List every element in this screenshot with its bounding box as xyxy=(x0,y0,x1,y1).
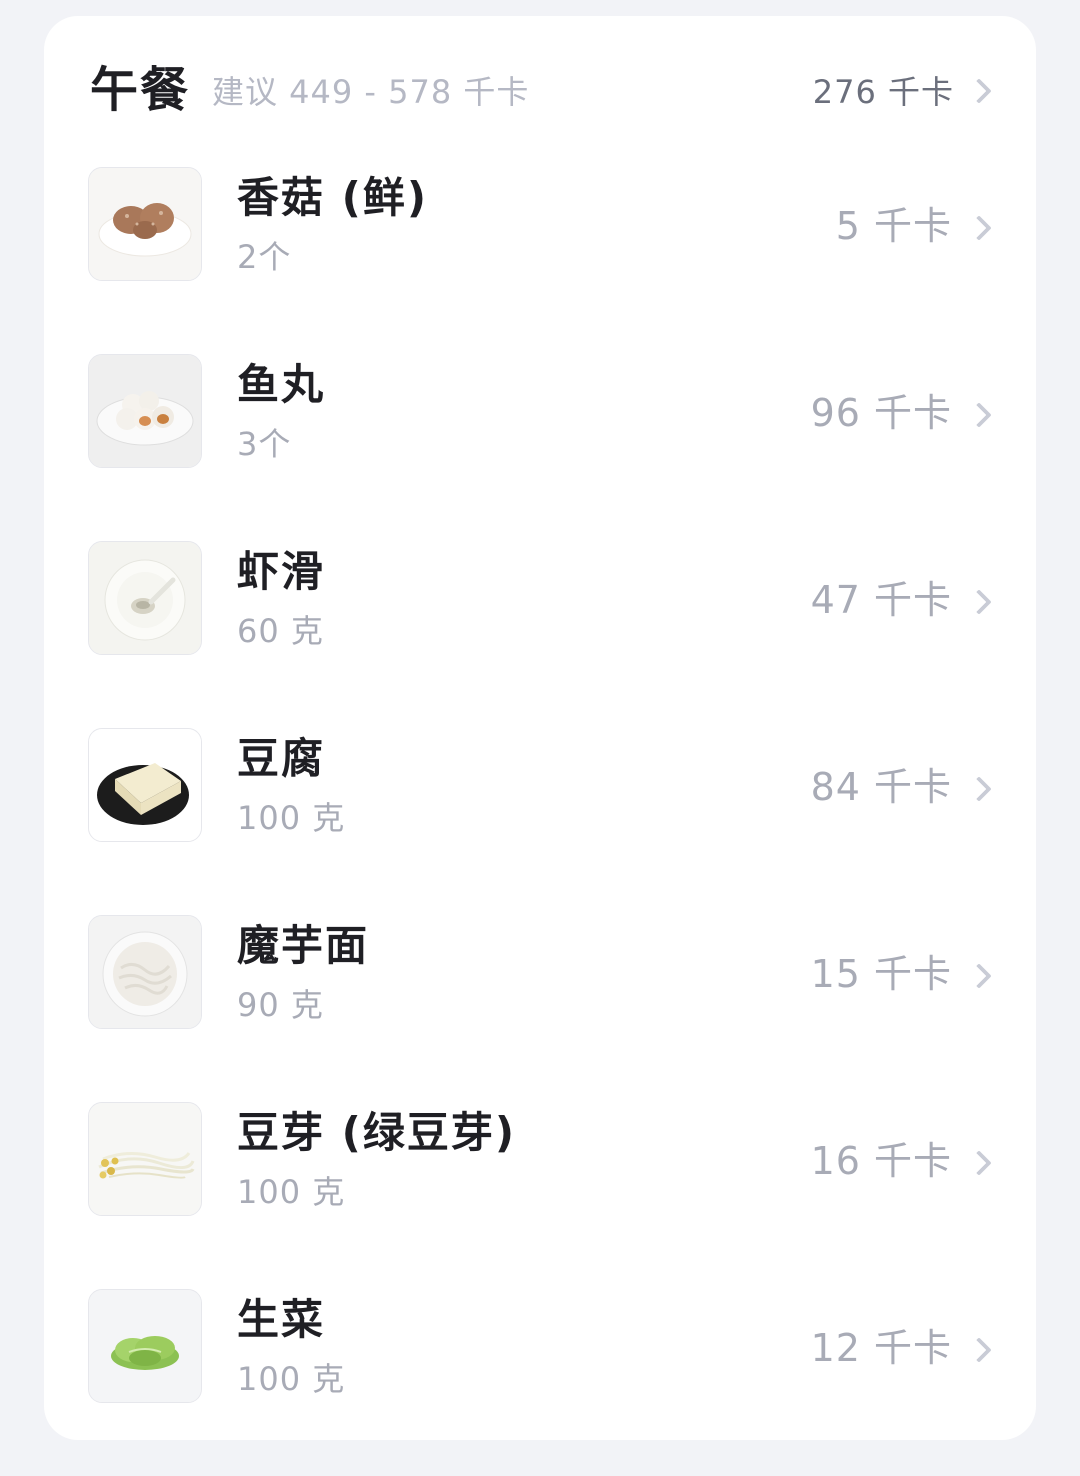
food-quantity: 2个 xyxy=(237,238,292,276)
chevron-right-icon xyxy=(966,215,992,241)
chevron-right-icon xyxy=(966,963,992,989)
fish-ball-icon xyxy=(88,354,202,468)
food-name: 虾滑 xyxy=(237,547,326,596)
food-name: 鱼丸 xyxy=(237,360,326,409)
chevron-right-icon xyxy=(966,1337,992,1363)
food-kcal: 84 千卡 xyxy=(810,765,952,809)
food-kcal: 47 千卡 xyxy=(810,578,952,622)
chevron-right-icon xyxy=(966,589,992,615)
food-item-fish-ball[interactable]: 鱼丸 3个 96 千卡 xyxy=(44,354,1036,541)
meal-suggestion: 建议 449 - 578 千卡 xyxy=(212,73,530,111)
chevron-right-icon xyxy=(966,776,992,802)
food-kcal: 5 千卡 xyxy=(835,204,952,248)
food-name: 魔芋面 xyxy=(237,921,370,970)
food-name: 香菇 (鲜) xyxy=(237,173,429,222)
konjac-noodles-icon xyxy=(88,915,202,1029)
shiitake-mushroom-icon xyxy=(88,167,202,281)
chevron-right-icon xyxy=(966,402,992,428)
food-quantity: 100 克 xyxy=(237,799,346,837)
food-quantity: 3个 xyxy=(237,425,292,463)
bean-sprouts-icon xyxy=(88,1102,202,1216)
food-kcal: 12 千卡 xyxy=(810,1326,952,1370)
food-kcal: 96 千卡 xyxy=(810,391,952,435)
meal-total-kcal: 276 千卡 xyxy=(812,73,954,111)
meal-title: 午餐 xyxy=(90,62,191,118)
food-item-bean-sprouts[interactable]: 豆芽 (绿豆芽) 100 克 16 千卡 xyxy=(44,1102,1036,1289)
lunch-card: 午餐 建议 449 - 578 千卡 276 千卡 香菇 (鲜) 2个 5 千卡 xyxy=(44,16,1036,1440)
food-kcal: 15 千卡 xyxy=(810,952,952,996)
food-item-konjac-noodles[interactable]: 魔芋面 90 克 15 千卡 xyxy=(44,915,1036,1102)
food-item-lettuce[interactable]: 生菜 100 克 12 千卡 xyxy=(44,1289,1036,1476)
food-kcal: 16 千卡 xyxy=(810,1139,952,1183)
chevron-right-icon xyxy=(966,78,992,104)
food-name: 豆腐 xyxy=(237,734,326,783)
shrimp-paste-icon xyxy=(88,541,202,655)
tofu-icon xyxy=(88,728,202,842)
food-quantity: 100 克 xyxy=(237,1360,346,1398)
food-quantity: 100 克 xyxy=(237,1173,346,1211)
food-quantity: 90 克 xyxy=(237,986,324,1024)
lettuce-icon xyxy=(88,1289,202,1403)
meal-header[interactable]: 午餐 建议 449 - 578 千卡 276 千卡 xyxy=(44,16,1036,164)
food-item-shrimp-paste[interactable]: 虾滑 60 克 47 千卡 xyxy=(44,541,1036,728)
food-name: 豆芽 (绿豆芽) xyxy=(237,1108,517,1157)
food-item-shiitake[interactable]: 香菇 (鲜) 2个 5 千卡 xyxy=(44,167,1036,354)
chevron-right-icon xyxy=(966,1150,992,1176)
food-item-tofu[interactable]: 豆腐 100 克 84 千卡 xyxy=(44,728,1036,915)
food-name: 生菜 xyxy=(237,1295,326,1344)
food-quantity: 60 克 xyxy=(237,612,324,650)
